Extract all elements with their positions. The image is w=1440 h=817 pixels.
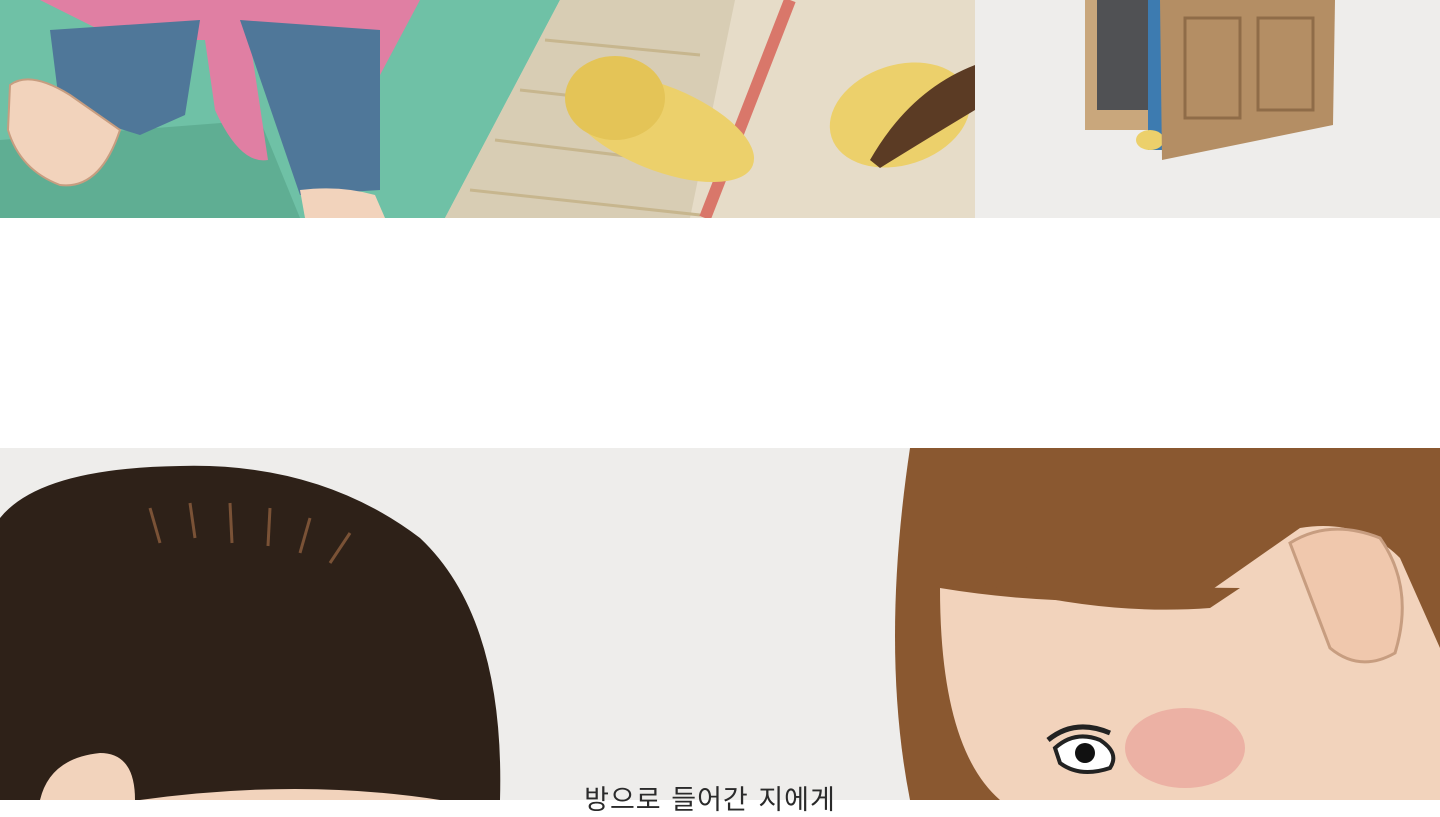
illustration-top-svg [0, 0, 1440, 218]
mother-pupil [1075, 743, 1095, 763]
child-slipper [1136, 130, 1164, 150]
doorway-dark [1097, 0, 1152, 110]
illustration-panel-bottom [0, 448, 1440, 800]
mother-blush [1125, 708, 1245, 788]
story-caption: 방으로 들어간 지에게 [584, 785, 836, 816]
illustration-bottom-svg [0, 448, 1440, 800]
mother-brown-hair [895, 448, 1440, 800]
spacer [0, 218, 1440, 448]
illustration-panel-top [0, 0, 1440, 218]
